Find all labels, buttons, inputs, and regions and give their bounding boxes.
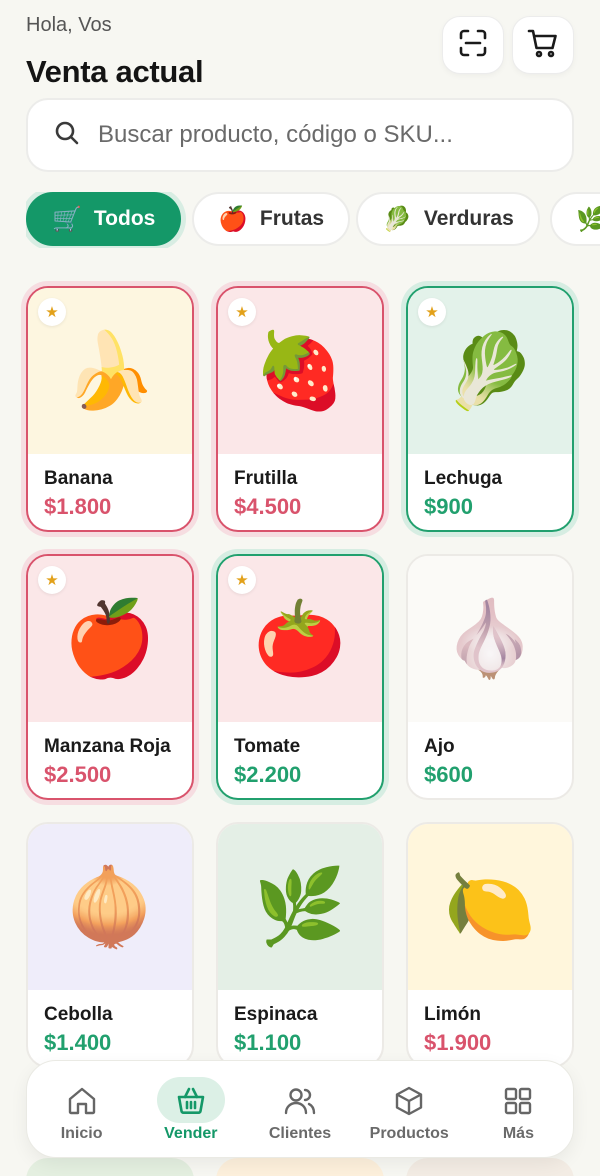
- product-name: Lechuga: [424, 468, 503, 489]
- home-icon: [66, 1083, 98, 1119]
- product-card-banana[interactable]: 🍌 ★ Banana $1.800: [26, 286, 194, 532]
- lemon-icon: 🍋: [443, 865, 537, 948]
- product-price: $900: [424, 494, 473, 519]
- product-name: Espinaca: [234, 1004, 318, 1025]
- product-card-peek[interactable]: [406, 1158, 574, 1176]
- bottom-nav: Inicio Vender Clientes Productos Más: [26, 1060, 574, 1158]
- product-price: $2.500: [44, 762, 112, 787]
- cart-button[interactable]: [512, 16, 574, 74]
- product-price: $1.800: [44, 494, 112, 519]
- chip-label: Frutas: [259, 207, 325, 230]
- product-card-frutilla[interactable]: 🍓 ★ Frutilla $4.500: [216, 286, 384, 532]
- scan-button[interactable]: [442, 16, 504, 74]
- product-card-manzana-roja[interactable]: 🍎 ★ Manzana Roja $2.500: [26, 554, 194, 800]
- product-card-lechuga[interactable]: 🥬 ★ Lechuga $900: [406, 286, 574, 532]
- product-price: $4.500: [234, 494, 302, 519]
- favorite-star-icon[interactable]: ★: [38, 298, 66, 326]
- product-name: Manzana Roja: [44, 736, 171, 757]
- nav-productos[interactable]: Productos: [355, 1061, 464, 1157]
- favorite-star-icon[interactable]: ★: [228, 566, 256, 594]
- lettuce-icon: 🥬: [382, 205, 412, 233]
- product-name: Frutilla: [234, 468, 298, 489]
- product-card-ajo[interactable]: 🧄 Ajo $600: [406, 554, 574, 800]
- banana-icon: 🍌: [63, 329, 157, 412]
- scan-icon: [457, 27, 489, 64]
- product-name: Ajo: [424, 736, 455, 757]
- cart-icon: [526, 26, 560, 65]
- chip-verduras[interactable]: 🥬 Verduras: [356, 192, 540, 246]
- box-icon: [393, 1083, 425, 1119]
- page-title: Venta actual: [26, 54, 204, 89]
- chip-label: Verduras: [423, 207, 514, 230]
- nav-label: Clientes: [268, 1125, 332, 1142]
- garlic-icon: 🧄: [443, 597, 537, 680]
- apple-icon: 🍎: [218, 205, 248, 233]
- greeting: Hola, Vos: [26, 14, 112, 36]
- category-chips: 🛒 Todos 🍎 Frutas 🥬 Verduras 🌿: [26, 192, 600, 248]
- product-name: Limón: [424, 1004, 481, 1025]
- header: Hola, Vos Venta actual: [26, 12, 574, 89]
- product-name: Tomate: [234, 736, 301, 757]
- product-image: 🌿: [218, 824, 382, 990]
- spinach-icon: 🌿: [253, 865, 347, 948]
- favorite-star-icon[interactable]: ★: [38, 566, 66, 594]
- tomato-icon: 🍅: [253, 597, 347, 680]
- users-icon: [283, 1083, 317, 1119]
- nav-label: Vender: [164, 1125, 218, 1142]
- product-image: 🧄: [408, 556, 572, 722]
- product-card-limon[interactable]: 🍋 Limón $1.900: [406, 822, 574, 1068]
- cart-icon: 🛒: [52, 205, 82, 233]
- nav-clientes[interactable]: Clientes: [245, 1061, 354, 1157]
- chip-label: Todos: [93, 207, 156, 230]
- onion-icon: 🧅: [63, 865, 157, 948]
- product-name: Cebolla: [44, 1004, 113, 1025]
- product-card-tomate[interactable]: 🍅 ★ Tomate $2.200: [216, 554, 384, 800]
- product-price: $2.200: [234, 762, 302, 787]
- search-icon: [54, 120, 80, 151]
- product-card-espinaca[interactable]: 🌿 Espinaca $1.100: [216, 822, 384, 1068]
- chip-todos[interactable]: 🛒 Todos: [26, 192, 182, 246]
- strawberry-icon: 🍓: [253, 329, 347, 412]
- chip-hierbas[interactable]: 🌿: [550, 192, 600, 246]
- product-image: 🧅: [28, 824, 192, 990]
- nav-mas[interactable]: Más: [464, 1061, 573, 1157]
- product-price: $1.100: [234, 1030, 302, 1055]
- product-card-peek[interactable]: [26, 1158, 194, 1176]
- product-price: $600: [424, 762, 473, 787]
- nav-label: Más: [502, 1125, 534, 1142]
- chip-frutas[interactable]: 🍎 Frutas: [192, 192, 351, 246]
- lettuce-icon: 🥬: [443, 329, 537, 412]
- favorite-star-icon[interactable]: ★: [228, 298, 256, 326]
- apple-icon: 🍎: [63, 597, 157, 680]
- favorite-star-icon[interactable]: ★: [418, 298, 446, 326]
- nav-vender[interactable]: Vender: [136, 1061, 245, 1157]
- product-name: Banana: [44, 468, 113, 489]
- search-bar[interactable]: [26, 98, 574, 172]
- product-price: $1.400: [44, 1030, 112, 1055]
- product-price: $1.900: [424, 1030, 492, 1055]
- product-card-cebolla[interactable]: 🧅 Cebolla $1.400: [26, 822, 194, 1068]
- grid-icon: [502, 1083, 534, 1119]
- product-card-peek[interactable]: [216, 1158, 384, 1176]
- nav-inicio[interactable]: Inicio: [27, 1061, 136, 1157]
- nav-label: Inicio: [60, 1125, 103, 1142]
- herb-icon: 🌿: [576, 205, 600, 233]
- nav-label: Productos: [369, 1125, 449, 1142]
- basket-icon: [175, 1083, 207, 1119]
- product-image: 🍋: [408, 824, 572, 990]
- search-input[interactable]: [98, 121, 538, 149]
